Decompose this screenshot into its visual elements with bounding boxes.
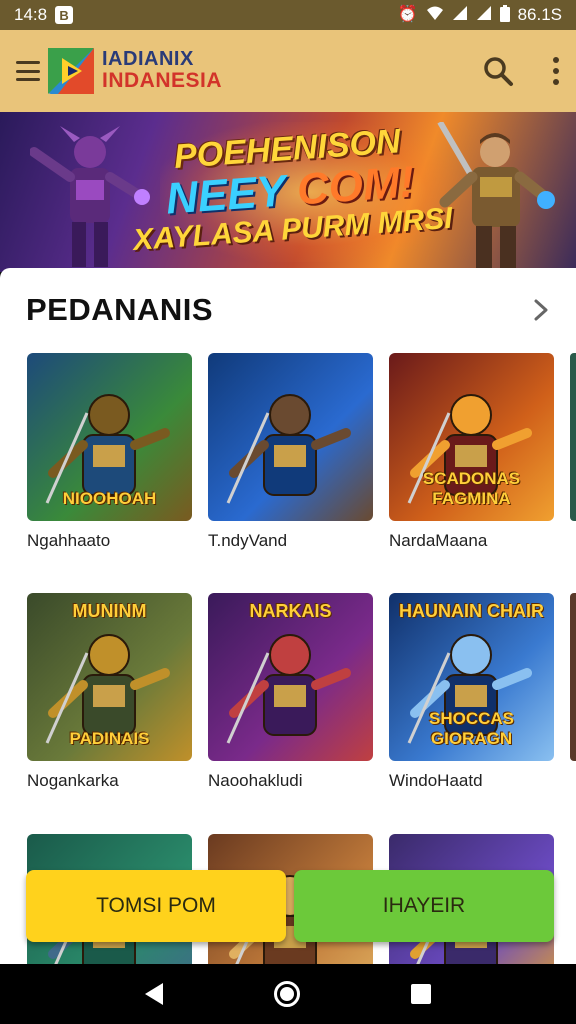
- cta-row: TOMSI POM IHAYEIR: [26, 870, 554, 942]
- signal-icon: [452, 5, 468, 25]
- game-card-label: Ngahhaato: [27, 531, 111, 550]
- app-bar: IADIANIX INDANESIA: [0, 30, 576, 112]
- brand-name: IADIANIX INDANESIA: [102, 49, 222, 92]
- game-thumbnail[interactable]: [208, 353, 373, 521]
- brand-bottom: INDANESIA: [102, 69, 223, 93]
- brand-top: IADIANIX: [102, 48, 194, 71]
- game-card-label: NardaMaana: [389, 531, 488, 550]
- game-art-title: HAUNAIN CHAIR: [399, 601, 544, 621]
- partial-card-edge: [570, 353, 576, 521]
- status-time: 14:8: [14, 5, 48, 24]
- game-card-label: T.ndyVand: [208, 531, 288, 550]
- back-icon[interactable]: [145, 983, 164, 1005]
- section-title: PEDANANIS: [26, 292, 214, 327]
- game-card-label: WindoHaatd: [389, 771, 483, 790]
- partial-card-edge: [570, 593, 576, 761]
- chevron-right-icon[interactable]: [528, 297, 554, 323]
- game-card-label: Naoohakludi: [208, 771, 303, 790]
- home-icon[interactable]: [273, 981, 300, 1007]
- game-art-subtitle: PADINAIS: [69, 729, 150, 748]
- game-card[interactable]: NIOOHOAH Ngahhaato: [27, 353, 192, 551]
- app-logo: [48, 48, 94, 94]
- battery-percent: 86.1S: [517, 5, 562, 24]
- game-art-subtitle: SHOCCAS GIORAGN: [428, 709, 514, 748]
- game-art-subtitle: NIOOHOAH: [62, 489, 157, 508]
- game-art-title: NARKAIS: [249, 601, 332, 621]
- game-thumbnail[interactable]: NARKAIS: [208, 593, 373, 761]
- search-icon[interactable]: [482, 55, 514, 87]
- secondary-cta-button[interactable]: IHAYEIR: [294, 870, 554, 942]
- recent-apps-icon[interactable]: [410, 984, 431, 1004]
- game-card[interactable]: T.ndyVand: [208, 353, 373, 551]
- status-bar: 14:8 B ⏰ 86.1S: [0, 0, 576, 30]
- game-card-label: Nogankarka: [27, 771, 119, 790]
- game-card[interactable]: HAUNAIN CHAIR SHOCCAS GIORAGN WindoHaatd: [389, 593, 554, 791]
- banner-headline: POEHENISON NEEY COM! XAYLASA PURM MRSI: [116, 118, 463, 258]
- game-thumbnail[interactable]: SCADONAS FAGMINA: [389, 353, 554, 521]
- game-card[interactable]: NARKAIS Naoohakludi: [208, 593, 373, 791]
- game-thumbnail[interactable]: NIOOHOAH: [27, 353, 192, 521]
- more-options-icon[interactable]: [552, 57, 560, 85]
- content-sheet: PEDANANIS NIOOHOAH Ngahhaato T.ndyVand SCAD…: [0, 268, 576, 1002]
- promo-banner[interactable]: POEHENISON NEEY COM! XAYLASA PURM MRSI: [0, 112, 576, 272]
- primary-cta-button[interactable]: TOMSI POM: [26, 870, 286, 942]
- game-thumbnail[interactable]: MUNINM PADINAIS: [27, 593, 192, 761]
- game-thumbnail[interactable]: HAUNAIN CHAIR SHOCCAS GIORAGN: [389, 593, 554, 761]
- game-card[interactable]: MUNINM PADINAIS Nogankarka: [27, 593, 192, 791]
- system-nav-bar: [0, 964, 576, 1024]
- signal-icon-2: [476, 5, 492, 25]
- section-header: PEDANANIS: [26, 292, 554, 328]
- menu-icon[interactable]: [16, 61, 40, 81]
- game-card[interactable]: SCADONAS FAGMINA NardaMaana: [389, 353, 554, 551]
- game-art-title: MUNINM: [72, 601, 147, 621]
- battery-icon: [499, 4, 510, 26]
- notification-icon: B: [55, 6, 74, 24]
- wifi-icon: [426, 5, 444, 25]
- game-art-subtitle: SCADONAS FAGMINA: [422, 469, 521, 508]
- alarm-icon: ⏰: [397, 6, 418, 23]
